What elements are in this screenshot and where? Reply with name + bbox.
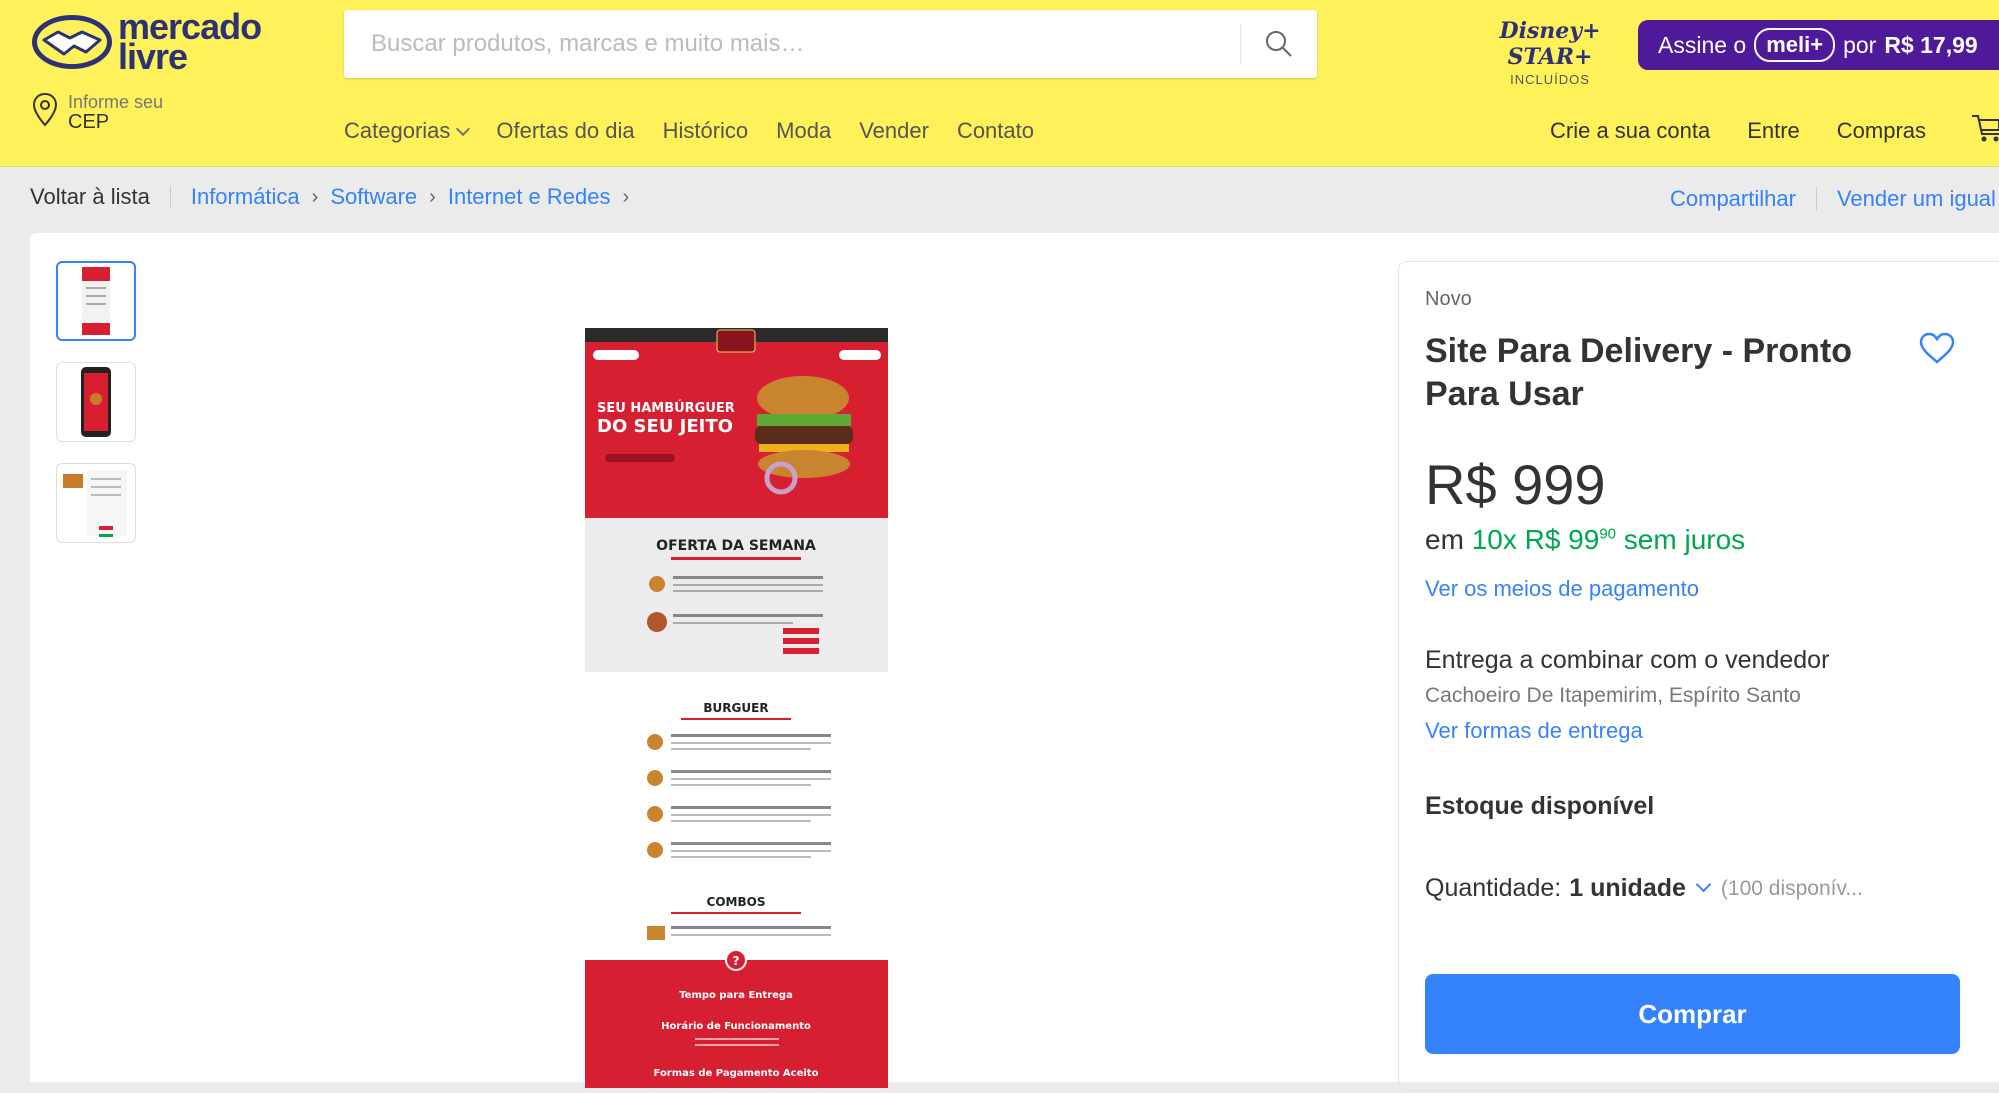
nav-categorias[interactable]: Categorias [344, 118, 471, 144]
quantity-label: Quantidade: [1425, 874, 1562, 902]
gallery-thumbnail[interactable] [56, 463, 136, 543]
header: mercado livre Disney+ STAR+ INCLUÍDOS As… [0, 0, 1999, 167]
gallery-thumbnail[interactable] [56, 362, 136, 442]
favorite-heart-icon[interactable] [1919, 332, 1955, 364]
hero-headline-2: DO SEU JEITO [597, 416, 733, 437]
promo-price: R$ 17,99 [1884, 31, 1978, 58]
promo-mid: por [1843, 31, 1877, 58]
product-panel: SEU HAMBÚRGUER DO SEU JEITO OFERTA DA SE… [30, 233, 1999, 1091]
cep-label: CEP [68, 111, 110, 133]
chevron-right-icon: › [622, 185, 630, 208]
installments-prefix: em [1425, 524, 1464, 555]
nav-moda[interactable]: Moda [776, 118, 831, 144]
location-pin-icon [32, 92, 58, 127]
main-product-image[interactable]: SEU HAMBÚRGUER DO SEU JEITO OFERTA DA SE… [585, 328, 888, 1088]
account-nav: Crie a sua conta Entre Compras [1550, 118, 1963, 144]
cep-selector[interactable]: Informe seu CEP [32, 92, 163, 132]
search-input[interactable] [344, 10, 1224, 78]
quantity-value: 1 unidade [1569, 874, 1686, 902]
delivery-info: Entrega a combinar com o vendedor [1425, 646, 1830, 674]
disney-star-logo: Disney+ STAR+ [1499, 18, 1601, 70]
search-icon [1266, 31, 1292, 57]
footer-delivery-time: Tempo para Entrega [679, 990, 793, 1001]
cep-hint: Informe seu [68, 92, 164, 112]
share-divider [1815, 187, 1817, 211]
nav-contato[interactable]: Contato [957, 118, 1034, 144]
installments: em 10x R$ 9990 sem juros [1425, 524, 1745, 556]
mercado-livre-logo[interactable]: mercado livre [30, 9, 262, 75]
quantity-selector[interactable]: Quantidade: 1 unidade (100 disponív... [1425, 874, 1863, 903]
sell-similar-link[interactable]: Vender um igual [1837, 186, 1996, 212]
burger-section-title: BURGUER [703, 701, 768, 715]
installments-suffix: sem juros [1623, 524, 1746, 555]
breadcrumb-software[interactable]: Software [330, 184, 417, 210]
create-account-link[interactable]: Crie a sua conta [1550, 118, 1710, 144]
breadcrumb-internet-redes[interactable]: Internet e Redes [448, 184, 611, 210]
product-title: Site Para Delivery - Pronto Para Usar [1425, 332, 1853, 413]
search-button[interactable] [1241, 10, 1317, 78]
disney-included-label: INCLUÍDOS [1510, 72, 1590, 87]
login-link[interactable]: Entre [1747, 118, 1800, 144]
installments-cents: 90 [1599, 525, 1617, 543]
nav-vender[interactable]: Vender [859, 118, 929, 144]
delivery-options-link[interactable]: Ver formas de entrega [1425, 718, 1643, 744]
offer-section-title: OFERTA DA SEMANA [656, 538, 816, 554]
payment-methods-link[interactable]: Ver os meios de pagamento [1425, 576, 1699, 602]
hero-headline-1: SEU HAMBÚRGUER [597, 400, 735, 416]
buy-box: Novo Site Para Delivery - Pronto Para Us… [1398, 261, 1999, 1091]
back-to-list-link[interactable]: Voltar à lista [30, 184, 150, 210]
buy-button[interactable]: Comprar [1425, 974, 1960, 1054]
stock-status: Estoque disponível [1425, 792, 1655, 820]
meli-plus-logo: meli+ [1754, 28, 1836, 62]
search-box [344, 10, 1317, 78]
thumbnail-image [81, 367, 111, 437]
chevron-down-icon [1695, 876, 1712, 893]
gallery-thumbnail[interactable] [56, 261, 136, 341]
footer-hours: Horário de Funcionamento [661, 1020, 811, 1032]
installments-main: 10x R$ 99 [1471, 524, 1600, 555]
breadcrumb-divider [169, 186, 171, 208]
nav-categorias-label: Categorias [344, 118, 451, 143]
quantity-available: (100 disponív... [1720, 876, 1863, 900]
cart-icon[interactable] [1972, 110, 1999, 144]
chevron-right-icon: › [311, 185, 319, 208]
handshake-logo-icon [32, 15, 112, 69]
main-nav: Categorias Ofertas do dia Histórico Moda… [344, 118, 1062, 144]
nav-historico[interactable]: Histórico [663, 118, 749, 144]
thumbnail-image [63, 470, 127, 537]
meli-plus-banner[interactable]: Assine o meli+ por R$ 17,99 [1638, 20, 1999, 70]
nav-ofertas[interactable]: Ofertas do dia [496, 118, 634, 144]
condition-label: Novo [1425, 288, 1472, 310]
product-price: R$ 999 [1425, 453, 1606, 516]
purchases-link[interactable]: Compras [1837, 118, 1926, 144]
promo-prefix: Assine o [1658, 31, 1747, 58]
combos-section-title: COMBOS [707, 895, 766, 909]
chevron-right-icon: › [429, 185, 436, 208]
seller-location: Cachoeiro De Itapemirim, Espírito Santo [1425, 684, 1801, 707]
share-actions: Compartilhar Vender um igual [1670, 186, 1996, 212]
chevron-down-icon [456, 121, 471, 137]
share-link[interactable]: Compartilhar [1670, 186, 1796, 212]
disney-star-badge[interactable]: Disney+ STAR+ INCLUÍDOS [1470, 18, 1630, 87]
thumbnail-image [82, 267, 110, 335]
svg-text:?: ? [733, 954, 740, 968]
footer-payment: Formas de Pagamento Aceito [654, 1068, 819, 1079]
breadcrumb: Voltar à lista Informática › Software › … [30, 184, 641, 210]
breadcrumb-informatica[interactable]: Informática [191, 184, 300, 210]
